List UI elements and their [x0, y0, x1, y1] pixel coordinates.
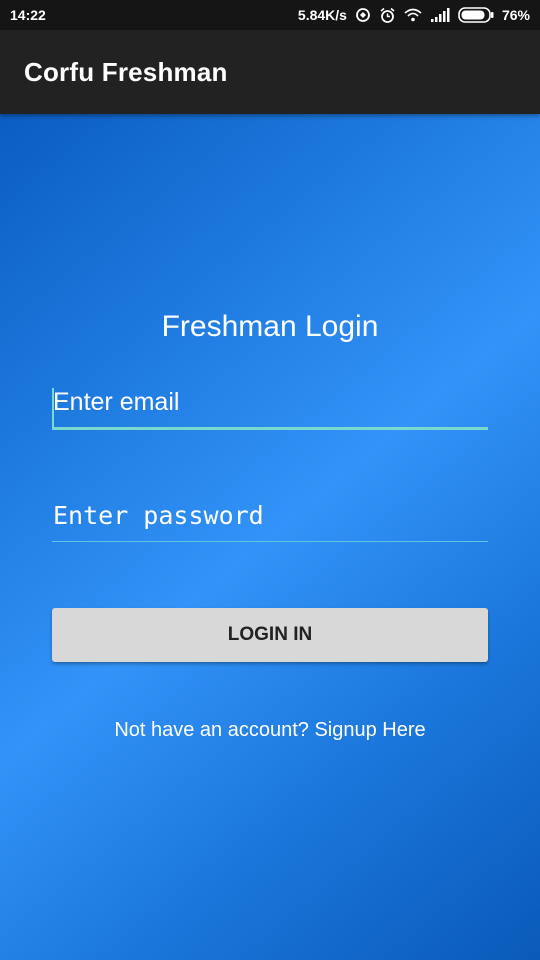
signup-link[interactable]: Not have an account? Signup Here — [0, 719, 540, 742]
login-screen: Freshman Login LOGIN IN Not have an acco… — [0, 114, 540, 960]
status-icons: 5.84K/s 76% — [298, 7, 530, 24]
app-title: Corfu Freshman — [24, 56, 228, 87]
alarm-icon — [379, 7, 396, 24]
wifi-icon — [404, 8, 422, 22]
app-bar: Corfu Freshman — [0, 30, 540, 114]
email-field[interactable] — [52, 384, 488, 430]
sync-icon — [355, 7, 371, 23]
network-speed: 5.84K/s — [297, 7, 347, 23]
form-title: Freshman Login — [161, 310, 379, 343]
status-bar: 14:22 5.84K/s 76% — [0, 0, 540, 30]
battery-level: 76% — [501, 7, 530, 23]
status-time: 14:22 — [10, 7, 46, 23]
signal-icon — [430, 8, 450, 22]
login-button[interactable]: LOGIN IN — [52, 608, 488, 662]
password-field[interactable] — [52, 496, 488, 542]
text-cursor — [52, 388, 54, 428]
battery-icon — [458, 7, 494, 23]
